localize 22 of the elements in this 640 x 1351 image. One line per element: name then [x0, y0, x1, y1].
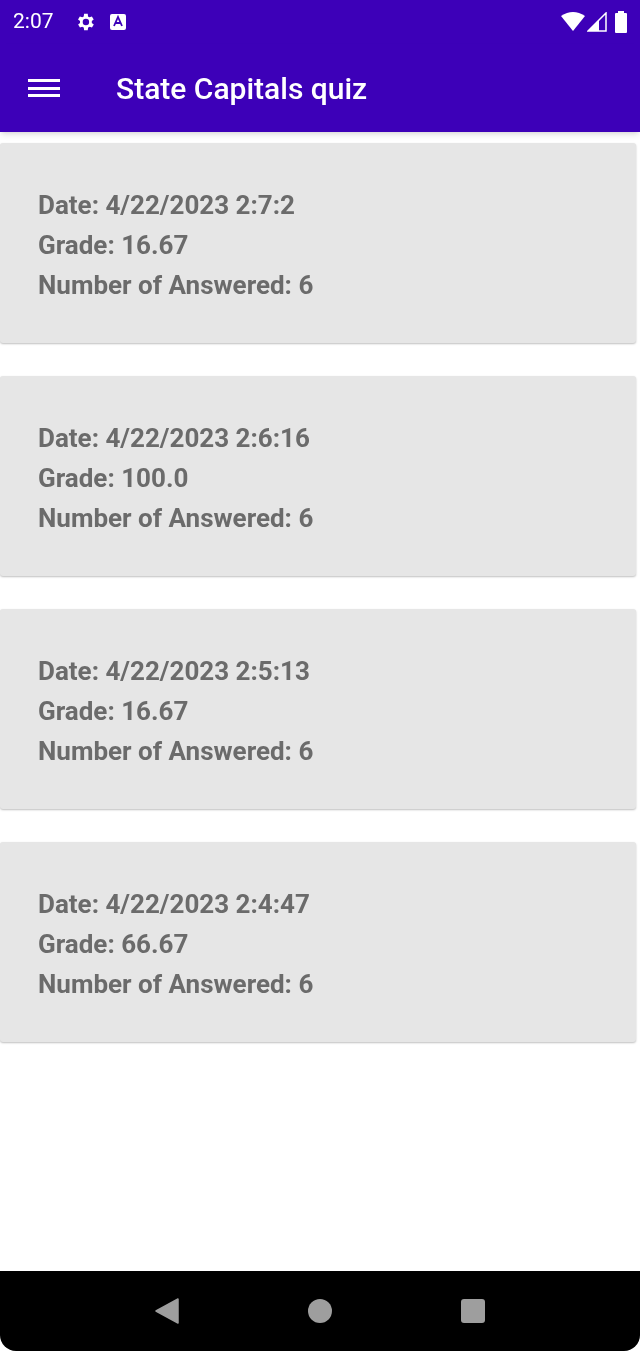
result-date: Date: 4/22/2023 2:5:13 — [38, 655, 311, 688]
result-answered: Number of Answered: 6 — [38, 735, 315, 768]
battery-icon — [615, 11, 627, 33]
result-answered: Number of Answered: 6 — [38, 968, 315, 1001]
recents-icon[interactable] — [461, 1299, 486, 1323]
result-date: Date: 4/22/2023 2:7:2 — [38, 189, 297, 222]
status-time: 2:07 — [13, 8, 54, 36]
result-date: Date: 4/22/2023 2:4:47 — [38, 888, 311, 921]
keyboard-icon — [109, 14, 126, 30]
signal-icon — [587, 12, 607, 32]
result-grade: Grade: 16.67 — [38, 229, 190, 262]
home-icon[interactable] — [308, 1299, 332, 1323]
result-grade: Grade: 100.0 — [38, 462, 190, 495]
app-title: State Capitals quiz — [116, 69, 368, 108]
result-answered: Number of Answered: 6 — [38, 269, 315, 302]
result-grade: Grade: 16.67 — [38, 695, 190, 728]
back-icon[interactable] — [154, 1298, 179, 1324]
result-date: Date: 4/22/2023 2:6:16 — [38, 422, 311, 455]
result-grade: Grade: 66.67 — [38, 928, 190, 961]
result-answered: Number of Answered: 6 — [38, 502, 315, 535]
wifi-icon — [561, 12, 585, 32]
menu-button[interactable] — [28, 76, 62, 100]
